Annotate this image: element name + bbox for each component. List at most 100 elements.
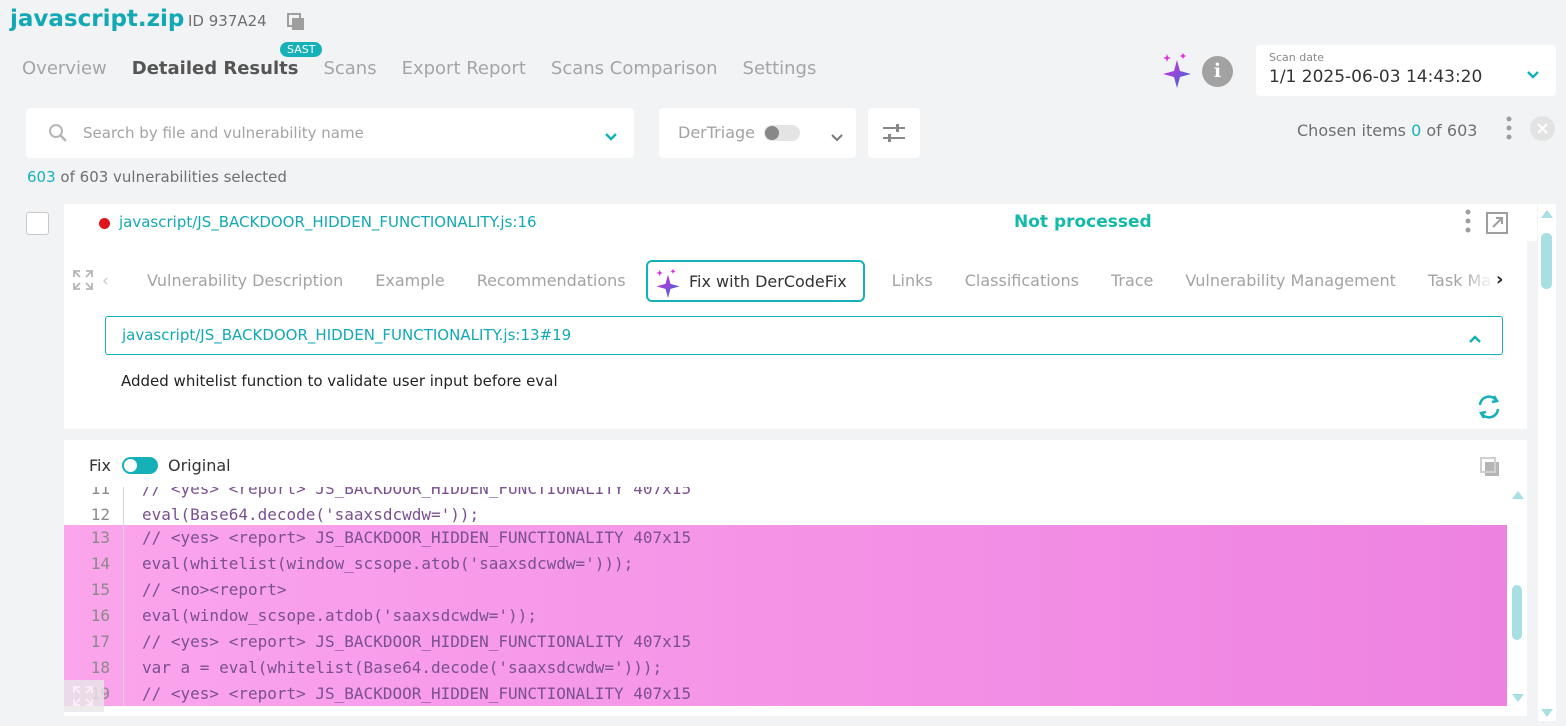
vulnerability-status[interactable]: Not processed bbox=[1014, 212, 1152, 232]
code-text: // <yes> <report> JS_BACKDOOR_HIDDEN_FUN… bbox=[142, 684, 692, 703]
code-line-highlighted: 17 // <yes> <report> JS_BACKDOOR_HIDDEN_… bbox=[64, 629, 1507, 655]
line-number: 11 bbox=[90, 487, 110, 498]
tab-recommendations[interactable]: Recommendations bbox=[477, 271, 626, 290]
fix-original-toggle[interactable] bbox=[122, 457, 158, 474]
line-number: 15 bbox=[90, 580, 110, 599]
tab-classifications[interactable]: Classifications bbox=[965, 271, 1079, 290]
main-scrollbar[interactable] bbox=[1538, 204, 1556, 721]
fix-location-value: javascript/JS_BACKDOOR_HIDDEN_FUNCTIONAL… bbox=[122, 326, 572, 344]
toggle-fix-label: Fix bbox=[89, 456, 111, 475]
scan-date-select[interactable]: Scan date 1/1 2025-06-03 14:43:20 bbox=[1256, 45, 1556, 96]
tab-detailed-results[interactable]: Detailed Results SAST bbox=[131, 42, 323, 79]
chosen-count: 0 bbox=[1411, 121, 1422, 140]
severity-dot bbox=[99, 218, 110, 229]
tab-scans-comparison[interactable]: Scans Comparison bbox=[551, 58, 718, 79]
chosen-prefix: Chosen items bbox=[1297, 121, 1406, 140]
code-text: // <no><report> bbox=[142, 580, 287, 599]
gutter-divider bbox=[123, 487, 124, 706]
search-input[interactable] bbox=[83, 120, 583, 146]
code-text: eval(Base64.decode('saaxsdcwdw=')); bbox=[142, 505, 480, 524]
tab-example[interactable]: Example bbox=[375, 271, 444, 290]
tabs-next-icon[interactable]: › bbox=[1496, 269, 1503, 290]
info-icon[interactable]: i bbox=[1202, 56, 1233, 87]
sast-badge: SAST bbox=[280, 42, 323, 57]
scroll-thumb[interactable] bbox=[1541, 233, 1552, 289]
code-text: eval(whitelist(window_scsope.atob('saaxs… bbox=[142, 554, 634, 573]
fix-location-select[interactable]: javascript/JS_BACKDOOR_HIDDEN_FUNCTIONAL… bbox=[105, 316, 1503, 355]
line-number: 12 bbox=[90, 505, 110, 524]
code-line-highlighted: 16 eval(window_scsope.atdob('saaxsdcwdw=… bbox=[64, 603, 1507, 629]
fix-tab-label: Fix with DerCodeFix bbox=[689, 272, 847, 291]
chosen-suffix: of 603 bbox=[1426, 121, 1478, 140]
code-panel: Fix Original 11 // <yes> <report> JS_BAC… bbox=[64, 440, 1527, 716]
expand-icon[interactable] bbox=[72, 269, 94, 295]
chevron-up-icon[interactable] bbox=[1468, 329, 1482, 348]
chosen-items: Chosen items 0 of 603 bbox=[1297, 121, 1477, 140]
tab-links[interactable]: Links bbox=[892, 271, 933, 290]
copy-code-icon[interactable] bbox=[1479, 456, 1501, 482]
tab-scans[interactable]: Scans bbox=[323, 58, 376, 79]
code-line-highlighted: 18 var a = eval(whitelist(Base64.decode(… bbox=[64, 655, 1507, 681]
more-options-icon[interactable] bbox=[1503, 115, 1515, 147]
chevron-down-icon[interactable] bbox=[830, 128, 844, 147]
line-number: 16 bbox=[90, 606, 110, 625]
ai-sparkle-icon[interactable] bbox=[1161, 52, 1193, 92]
project-title: javascript.zip bbox=[10, 6, 185, 32]
search-box bbox=[26, 108, 634, 158]
code-line-highlighted: 13 // <yes> <report> JS_BACKDOOR_HIDDEN_… bbox=[64, 525, 1507, 551]
scan-date-value: 1/1 2025-06-03 14:43:20 bbox=[1269, 67, 1483, 87]
code-text: // <yes> <report> JS_BACKDOOR_HIDDEN_FUN… bbox=[142, 632, 692, 651]
tab-trace[interactable]: Trace bbox=[1111, 271, 1153, 290]
code-line: 11 // <yes> <report> JS_BACKDOOR_HIDDEN_… bbox=[64, 487, 1507, 502]
tab-settings[interactable]: Settings bbox=[743, 58, 817, 79]
ai-sparkle-icon bbox=[656, 268, 680, 298]
scroll-thumb[interactable] bbox=[1512, 585, 1522, 640]
line-number: 18 bbox=[90, 658, 110, 677]
code-line-highlighted: 14 eval(whitelist(window_scsope.atob('sa… bbox=[64, 551, 1507, 577]
tab-vulnerability-description[interactable]: Vulnerability Description bbox=[147, 271, 343, 290]
scroll-up-icon[interactable] bbox=[1512, 491, 1524, 499]
toggle-original-label: Original bbox=[168, 456, 231, 475]
search-icon bbox=[48, 123, 68, 147]
scroll-down-icon[interactable] bbox=[1541, 709, 1553, 717]
copy-id-icon[interactable] bbox=[286, 12, 306, 32]
code-line-highlighted: 15 // <no><report> bbox=[64, 577, 1507, 603]
filter-settings-button[interactable] bbox=[868, 108, 920, 158]
selected-count-text: of 603 vulnerabilities selected bbox=[60, 168, 287, 186]
dertriage-filter[interactable]: DerTriage bbox=[659, 108, 856, 158]
vulnerability-path[interactable]: javascript/JS_BACKDOOR_HIDDEN_FUNCTIONAL… bbox=[119, 213, 537, 231]
vulnerability-detail-panel: ‹ Vulnerability Description Example Reco… bbox=[64, 241, 1527, 429]
project-id: ID 937A24 bbox=[188, 12, 267, 30]
open-external-icon[interactable] bbox=[1485, 211, 1509, 239]
clear-selection-icon[interactable] bbox=[1530, 116, 1555, 141]
dertriage-toggle[interactable] bbox=[764, 125, 800, 141]
tabs-prev-icon[interactable]: ‹ bbox=[102, 271, 109, 291]
refresh-icon[interactable] bbox=[1475, 393, 1503, 425]
row-checkbox[interactable] bbox=[26, 212, 49, 235]
line-number: 13 bbox=[90, 528, 110, 547]
selected-count-number: 603 bbox=[27, 168, 56, 186]
code-line-highlighted: 19 // <yes> <report> JS_BACKDOOR_HIDDEN_… bbox=[64, 681, 1507, 706]
tab-detailed-results-label: Detailed Results bbox=[131, 58, 299, 79]
tab-vulnerability-management[interactable]: Vulnerability Management bbox=[1185, 271, 1396, 290]
code-scrollbar[interactable] bbox=[1507, 487, 1527, 706]
main-tabs: Overview Detailed Results SAST Scans Exp… bbox=[22, 42, 841, 79]
expand-code-icon[interactable] bbox=[64, 680, 104, 712]
tab-export-report[interactable]: Export Report bbox=[402, 58, 526, 79]
vulnerability-row[interactable]: javascript/JS_BACKDOOR_HIDDEN_FUNCTIONAL… bbox=[64, 204, 1537, 241]
code-viewer[interactable]: 11 // <yes> <report> JS_BACKDOOR_HIDDEN_… bbox=[64, 487, 1507, 706]
tab-overview[interactable]: Overview bbox=[22, 58, 107, 79]
code-text: var a = eval(whitelist(Base64.decode('sa… bbox=[142, 658, 663, 677]
chevron-down-icon[interactable] bbox=[604, 127, 618, 146]
row-more-options-icon[interactable] bbox=[1463, 208, 1473, 240]
dertriage-label: DerTriage bbox=[678, 123, 755, 142]
tab-fix-with-dercodefix[interactable]: Fix with DerCodeFix bbox=[646, 260, 865, 302]
chevron-down-icon bbox=[1526, 65, 1540, 84]
line-number: 14 bbox=[90, 554, 110, 573]
scan-date-label: Scan date bbox=[1269, 51, 1325, 64]
code-text: eval(window_scsope.atdob('saaxsdcwdw='))… bbox=[142, 606, 537, 625]
code-text: // <yes> <report> JS_BACKDOOR_HIDDEN_FUN… bbox=[142, 487, 692, 498]
scroll-up-icon[interactable] bbox=[1541, 210, 1553, 218]
code-text: // <yes> <report> JS_BACKDOOR_HIDDEN_FUN… bbox=[142, 528, 692, 547]
scroll-down-icon[interactable] bbox=[1512, 694, 1524, 702]
